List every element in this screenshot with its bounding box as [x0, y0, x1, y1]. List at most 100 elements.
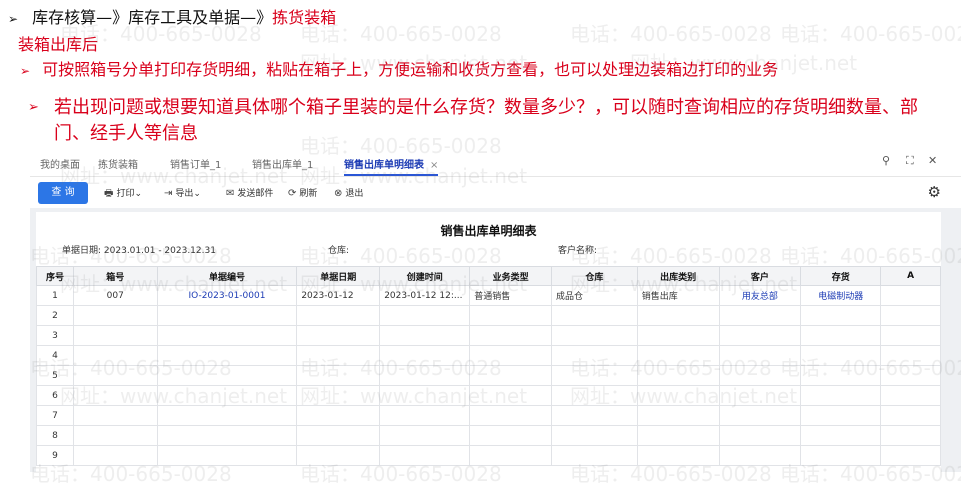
column-header[interactable]: 创建时间 — [379, 266, 471, 286]
table-cell — [296, 365, 381, 386]
slide-point-2-text: 若出现问题或想要知道具体哪个箱子里装的是什么存货？数量多少？，可以随时查询相应的… — [54, 97, 918, 144]
row-number-cell: 7 — [36, 405, 74, 426]
table-row[interactable]: 1 007 IO-2023-01-0001 2023-01-12 2023-01-12 … — [36, 285, 941, 306]
table-cell — [72, 365, 158, 386]
table-cell — [72, 385, 158, 406]
table-cell — [718, 345, 802, 366]
column-header[interactable]: 业务类型 — [469, 266, 552, 286]
close-tab-icon[interactable]: × — [430, 160, 438, 171]
report-title: 销售出库单明细表 — [440, 224, 537, 238]
row-number-cell: 4 — [36, 345, 74, 366]
report-window: 我的桌面 拣货装箱 销售订单_1 销售出库单_1 销售出库单明细表 × ⚲ ⛶ ✕… — [30, 150, 961, 472]
close-window-icon[interactable]: ✕ — [928, 154, 937, 167]
table-cell — [72, 305, 158, 326]
column-header[interactable]: 出库类别 — [636, 266, 720, 286]
gear-icon[interactable]: ⚙ — [928, 183, 941, 201]
column-header[interactable]: 存货 — [800, 266, 882, 286]
table-cell — [880, 405, 941, 426]
export-label: 导出 — [175, 189, 194, 199]
email-label: 发送邮件 — [237, 189, 274, 199]
table-cell — [156, 405, 298, 426]
table-cell — [156, 345, 298, 366]
table-cell — [880, 385, 941, 406]
table-cell — [156, 305, 298, 326]
column-header[interactable]: 箱号 — [72, 266, 158, 286]
table-row[interactable]: 9 — [36, 445, 941, 466]
row-number-cell: 1 — [36, 285, 74, 306]
refresh-button[interactable]: ⟳ 刷新 — [288, 186, 317, 199]
print-button[interactable]: 🖶 打印⌄ — [104, 186, 142, 203]
send-email-button[interactable]: ✉ 发送邮件 — [226, 186, 273, 199]
column-header[interactable]: 序号 — [36, 266, 74, 286]
table-cell — [550, 305, 638, 326]
slide-heading-path: ➢ 库存核算—》库存工具及单据—》拣货装箱 — [8, 4, 336, 28]
table-cell — [880, 425, 941, 446]
tab-bar: 我的桌面 拣货装箱 销售订单_1 销售出库单_1 销售出库单明细表 × ⚲ ⛶ ✕ — [30, 150, 961, 176]
table-cell — [296, 325, 381, 346]
row-number-cell: 8 — [36, 425, 74, 446]
tab-sales-outbound[interactable]: 销售出库单_1 — [252, 156, 313, 171]
tab-sales-outbound-detail[interactable]: 销售出库单明细表 × — [344, 156, 439, 176]
table-cell — [296, 385, 381, 406]
toolbar: 查 询 🖶 打印⌄ ⇥ 导出⌄ ✉ 发送邮件 ⟳ 刷新 ⊗ 退出 ⚙ — [30, 176, 961, 207]
maximize-icon[interactable]: ⛶ — [906, 154, 914, 168]
chevron-down-icon: ⌄ — [134, 189, 143, 199]
date-filter-label: 单据日期: — [62, 246, 102, 256]
table-cell[interactable]: 电磁制动器 — [800, 285, 882, 306]
table-cell[interactable]: IO-2023-01-0001 — [156, 285, 298, 306]
table-cell: 普通销售 — [469, 285, 552, 306]
row-number-cell: 2 — [36, 305, 74, 326]
table-cell — [636, 365, 720, 386]
table-cell — [156, 425, 298, 446]
table-row[interactable]: 7 — [36, 405, 941, 426]
column-header[interactable]: 单据编号 — [156, 266, 298, 286]
table-row[interactable]: 3 — [36, 325, 941, 346]
table-row[interactable]: 5 — [36, 365, 941, 386]
table-cell: 销售出库 — [636, 285, 720, 306]
search-icon[interactable]: ⚲ — [882, 154, 890, 167]
tab-picking-packing[interactable]: 拣货装箱 — [98, 156, 138, 171]
table-cell — [800, 425, 882, 446]
path-text: 库存核算—》库存工具及单据—》 — [32, 8, 273, 27]
table-cell — [550, 425, 638, 446]
table-row[interactable]: 2 — [36, 305, 941, 326]
table-cell — [469, 365, 552, 386]
report-panel: 销售出库单明细表 单据日期: 2023.01.01 - 2023.12.31 仓… — [36, 212, 941, 472]
query-button[interactable]: 查 询 — [38, 182, 88, 204]
export-icon: ⇥ — [164, 188, 173, 199]
row-number-cell: 9 — [36, 445, 74, 466]
column-header[interactable]: A — [880, 266, 941, 286]
tab-sales-order[interactable]: 销售订单_1 — [170, 156, 221, 171]
customer-filter: 客户名称: — [558, 246, 598, 256]
table-cell — [636, 425, 720, 446]
table-row[interactable]: 4 — [36, 345, 941, 366]
exit-button[interactable]: ⊗ 退出 — [334, 186, 363, 199]
table-cell: 2023-01-12 12:... — [379, 285, 471, 306]
table-cell — [718, 325, 802, 346]
slide-subheading: 装箱出库后 — [18, 35, 99, 54]
table-row[interactable]: 6 — [36, 385, 941, 406]
date-filter-value: 2023.01.01 - 2023.12.31 — [103, 246, 216, 256]
table-cell — [718, 305, 802, 326]
export-button[interactable]: ⇥ 导出⌄ — [164, 186, 201, 199]
row-number-cell: 5 — [36, 365, 74, 386]
table-cell — [636, 305, 720, 326]
table-row[interactable]: 8 — [36, 425, 941, 446]
table-cell — [636, 385, 720, 406]
column-header[interactable]: 客户 — [718, 266, 802, 286]
table-cell — [718, 425, 802, 446]
table-cell — [800, 325, 882, 346]
table-cell — [72, 325, 158, 346]
table-cell — [469, 445, 552, 466]
refresh-label: 刷新 — [299, 189, 318, 199]
table-cell[interactable]: 用友总部 — [718, 285, 802, 306]
chevron-down-icon: ⌄ — [193, 189, 201, 199]
table-cell — [550, 445, 638, 466]
table-cell — [880, 305, 941, 326]
column-header[interactable]: 仓库 — [550, 266, 638, 286]
table-cell — [296, 445, 381, 466]
table-cell: 007 — [72, 285, 158, 306]
column-header[interactable]: 单据日期 — [296, 266, 381, 286]
table-cell — [379, 305, 471, 326]
tab-my-desktop[interactable]: 我的桌面 — [40, 156, 80, 171]
